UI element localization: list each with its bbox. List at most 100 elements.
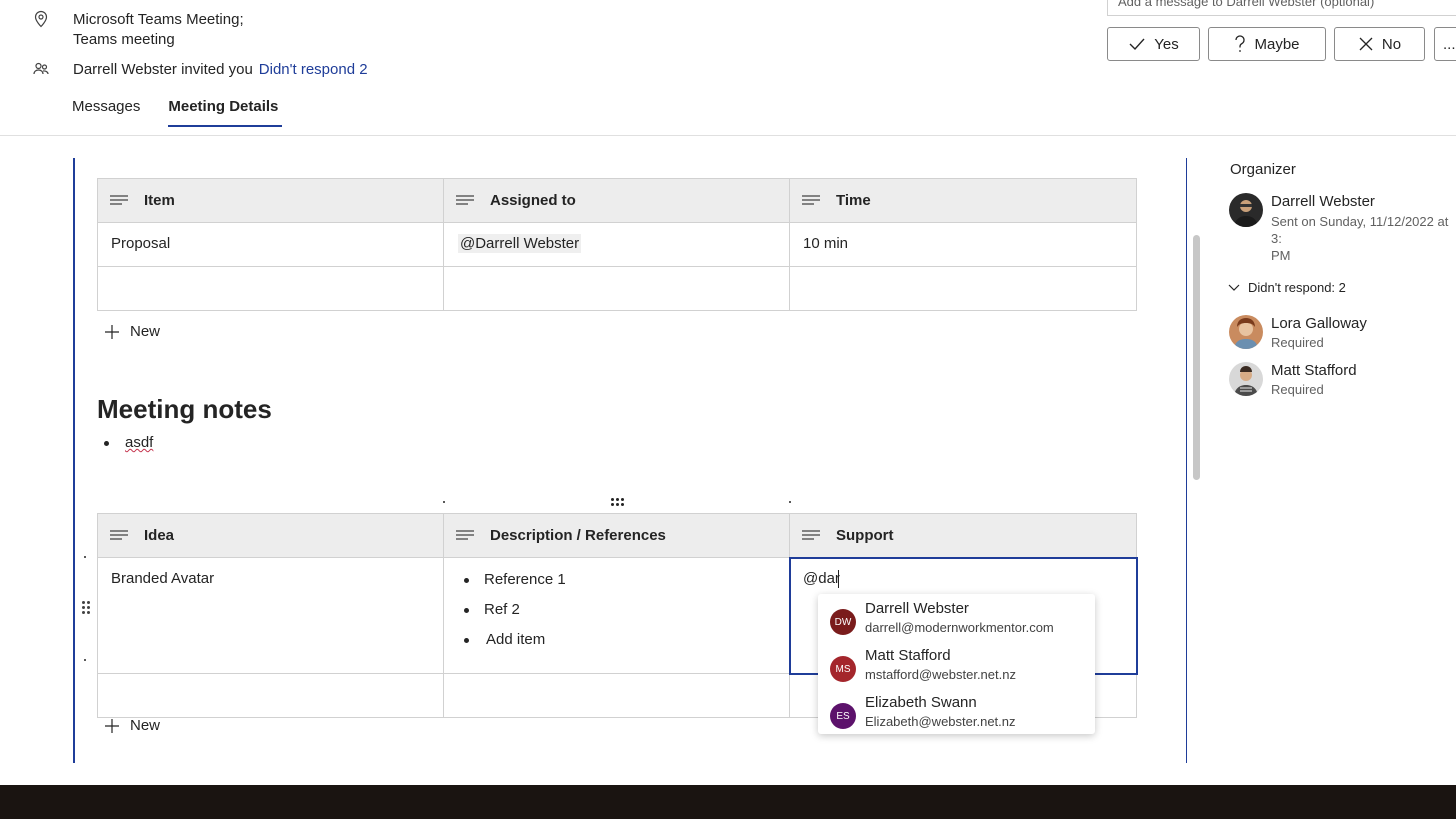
suggestion-name: Darrell Webster (865, 600, 969, 617)
attendee-name[interactable]: Lora Galloway (1271, 315, 1367, 332)
mention-chip[interactable]: @Darrell Webster (458, 234, 582, 253)
mention-suggestions-dropdown: DW Darrell Webster darrell@modernworkment… (818, 594, 1095, 734)
tab-meeting-details[interactable]: Meeting Details (168, 98, 283, 127)
didnt-respond-toggle[interactable]: Didn't respond: 2 (1228, 280, 1346, 295)
column-marker (443, 501, 445, 503)
column-header-item[interactable]: Item (97, 178, 444, 223)
table-cell[interactable]: @Darrell Webster (443, 222, 790, 267)
column-header-idea[interactable]: Idea (97, 513, 444, 558)
add-item-button[interactable]: Add item (460, 631, 776, 661)
suggestion-email: mstafford@webster.net.nz (865, 667, 1016, 682)
scrollbar[interactable] (1193, 235, 1200, 480)
table-row: Proposal @Darrell Webster 10 min (97, 222, 1137, 267)
didnt-respond-link[interactable]: Didn't respond 2 (259, 61, 368, 78)
header-label: Description / References (490, 527, 666, 544)
close-icon (1359, 37, 1373, 51)
people-icon (32, 60, 50, 78)
sent-line-1: Sent on Sunday, 11/12/2022 at 3: (1271, 214, 1449, 246)
maybe-button[interactable]: Maybe (1208, 27, 1326, 61)
table-cell[interactable] (443, 266, 790, 311)
meeting-location: Microsoft Teams Meeting; Teams meeting (73, 10, 244, 50)
text-column-icon (456, 529, 474, 540)
notes-bullet[interactable]: asdf (104, 434, 153, 451)
table-cell[interactable] (443, 673, 790, 718)
attendee-avatar[interactable] (1229, 315, 1263, 349)
table-cell[interactable] (789, 266, 1137, 311)
invitation-status: Darrell Webster invited you Didn't respon… (73, 61, 368, 78)
text-column-icon (802, 194, 820, 205)
agenda-table: Item Assigned to Time Proposal @Darrell … (97, 178, 1137, 311)
bullet-dot (104, 441, 109, 446)
plus-icon (105, 324, 119, 339)
attendee-name[interactable]: Matt Stafford (1271, 362, 1357, 379)
notes-bullet-text: asdf (125, 434, 154, 451)
table-cell[interactable] (97, 673, 444, 718)
suggestion-name: Elizabeth Swann (865, 694, 977, 711)
organizer-avatar[interactable] (1229, 193, 1263, 227)
row-marker (84, 556, 86, 558)
row-marker (84, 659, 86, 661)
suggestion-elizabeth-swann[interactable]: ES Elizabeth Swann Elizabeth@webster.net.… (830, 693, 1016, 731)
header-label: Time (836, 192, 871, 209)
agenda-new-row-button[interactable]: New (104, 323, 160, 340)
sent-line-2: PM (1271, 248, 1291, 263)
column-header-time[interactable]: Time (789, 178, 1137, 223)
no-button[interactable]: No (1334, 27, 1425, 61)
attendee-avatar[interactable] (1229, 362, 1263, 396)
tab-bar: Messages Meeting Details (72, 98, 283, 127)
header-label: Idea (144, 527, 175, 544)
organizer-title: Organizer (1230, 161, 1296, 178)
list-item[interactable]: Ref 2 (460, 601, 776, 631)
table-cell[interactable] (97, 266, 444, 311)
loop-frame-left-border (73, 158, 75, 763)
attendee-role: Required (1271, 382, 1324, 397)
column-header-description[interactable]: Description / References (443, 513, 790, 558)
yes-label: Yes (1154, 35, 1179, 53)
list-item[interactable]: Reference 1 (460, 571, 776, 601)
organizer-name[interactable]: Darrell Webster (1271, 193, 1375, 210)
location-icon (32, 10, 50, 28)
no-label: No (1381, 35, 1402, 53)
location-line-2: Teams meeting (73, 31, 175, 48)
tab-messages[interactable]: Messages (72, 98, 140, 127)
text-caret (837, 570, 839, 589)
didnt-respond-label: Didn't respond: 2 (1248, 280, 1346, 295)
table-drag-handle-icon[interactable] (611, 498, 624, 506)
text-column-icon (456, 194, 474, 205)
loop-frame-right-border (1186, 158, 1187, 763)
table-cell[interactable]: Reference 1 Ref 2 Add item (443, 557, 790, 674)
desktop-background-strip (0, 785, 1456, 819)
support-input-text: @dar (803, 570, 840, 587)
table-cell[interactable]: Proposal (97, 222, 444, 267)
column-header-support[interactable]: Support (789, 513, 1137, 558)
response-message-input[interactable]: Add a message to Darrell Webster (option… (1107, 0, 1456, 16)
inviter-text: Darrell Webster invited you (73, 61, 253, 78)
plus-icon (105, 718, 119, 733)
question-icon (1235, 35, 1246, 52)
meeting-notes-heading: Meeting notes (97, 394, 272, 424)
yes-button[interactable]: Yes (1107, 27, 1200, 61)
ideas-new-row-button[interactable]: New (104, 717, 160, 734)
table-cell[interactable]: 10 min (789, 222, 1137, 267)
checkmark-icon (1129, 38, 1145, 51)
chevron-down-icon (1228, 284, 1240, 291)
organizer-sent-info: Sent on Sunday, 11/12/2022 at 3: PM (1271, 213, 1456, 264)
suggestion-email: Elizabeth@webster.net.nz (865, 714, 1016, 729)
text-column-icon (802, 529, 820, 540)
suggestion-darrell-webster[interactable]: DW Darrell Webster darrell@modernworkment… (830, 599, 1054, 637)
more-options-button[interactable]: ... (1434, 27, 1456, 61)
new-label: New (130, 717, 161, 734)
table-row (97, 266, 1137, 311)
row-drag-handle-icon[interactable] (82, 601, 90, 614)
maybe-label: Maybe (1254, 35, 1300, 53)
avatar: ES (830, 703, 856, 729)
avatar: MS (830, 656, 856, 682)
table-cell[interactable]: Branded Avatar (97, 557, 444, 674)
column-header-assigned[interactable]: Assigned to (443, 178, 790, 223)
location-line-1: Microsoft Teams Meeting; (73, 11, 244, 28)
header-label: Support (836, 527, 894, 544)
tab-divider (0, 135, 1456, 136)
suggestion-matt-stafford[interactable]: MS Matt Stafford mstafford@webster.net.nz (830, 646, 1016, 684)
text-column-icon (110, 529, 128, 540)
header-label: Assigned to (490, 192, 576, 209)
